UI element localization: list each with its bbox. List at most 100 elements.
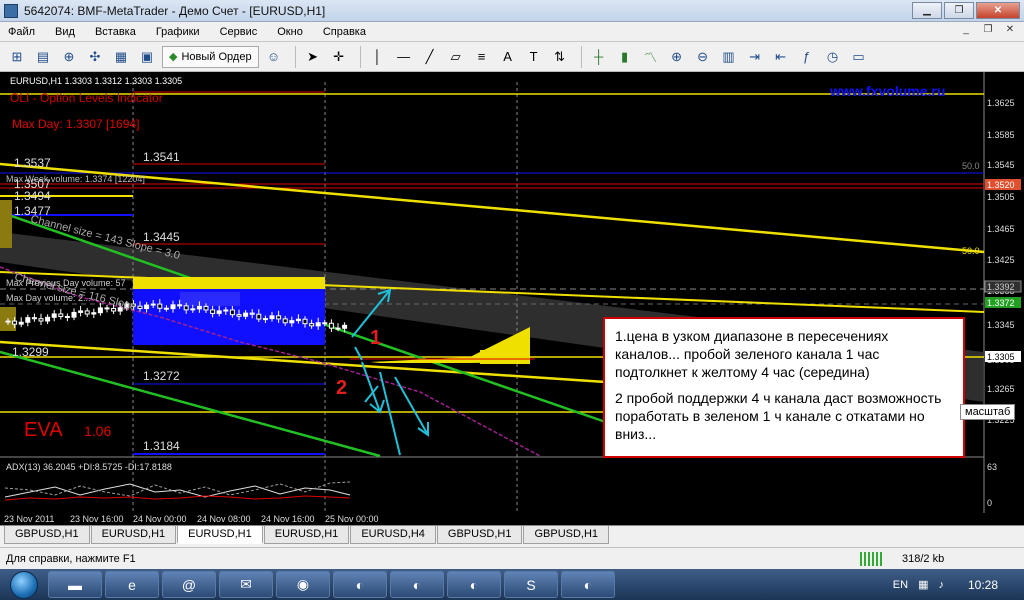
minimize-button[interactable]: ▁: [912, 2, 942, 19]
level-label: 1.3477: [14, 204, 51, 218]
label-icon[interactable]: T: [523, 46, 545, 68]
menu-view[interactable]: Вид: [55, 26, 75, 38]
chart-tab[interactable]: EURUSD,H1: [90, 526, 177, 544]
fibo-icon[interactable]: ≡: [471, 46, 493, 68]
explorer-task-icon[interactable]: ▬: [48, 571, 102, 598]
chart-tab[interactable]: GBPUSD,H1: [436, 526, 523, 544]
tray-volume-icon[interactable]: ♪: [938, 579, 944, 591]
menu-charts[interactable]: Графики: [156, 26, 200, 38]
candle-body: [104, 307, 110, 310]
language-indicator[interactable]: EN: [893, 579, 908, 591]
menu-file[interactable]: Файл: [8, 26, 35, 38]
price-tick: 1.3585: [987, 130, 1015, 140]
chart-tab-active[interactable]: EURUSD,H1: [177, 526, 263, 544]
cursor-icon[interactable]: ➤: [302, 46, 324, 68]
site-label: www.fxvolume.ru: [829, 83, 945, 99]
candle-body: [51, 313, 57, 318]
mdi-minimize-icon[interactable]: _: [958, 24, 974, 38]
price-tag-green: 1.3372: [987, 298, 1015, 308]
candle-body: [216, 310, 222, 314]
mail-task-icon[interactable]: @: [162, 571, 216, 598]
mark-1: 1: [370, 327, 381, 349]
crosshair-icon[interactable]: ✛: [328, 46, 350, 68]
candlestick-icon[interactable]: ▮: [614, 46, 636, 68]
chart-tab[interactable]: EURUSD,H1: [263, 526, 350, 544]
menu-insert[interactable]: Вставка: [95, 26, 136, 38]
menu-window[interactable]: Окно: [277, 26, 303, 38]
profiles-icon[interactable]: ▤: [32, 46, 54, 68]
start-button[interactable]: [0, 569, 48, 600]
outlook-task-icon[interactable]: ✉: [219, 571, 273, 598]
candle-body: [177, 304, 183, 307]
maximize-button[interactable]: ❐: [944, 2, 974, 19]
templates-icon[interactable]: ▭: [848, 46, 870, 68]
candle-body: [97, 307, 103, 314]
metatrader-task-icon[interactable]: ◐: [333, 571, 387, 598]
tile-icon[interactable]: ▥: [718, 46, 740, 68]
terminal-icon[interactable]: ▦: [110, 46, 132, 68]
new-order-label: Новый Ордер: [181, 50, 252, 63]
trendline-icon[interactable]: ╱: [419, 46, 441, 68]
price-tick: 1.3345: [987, 320, 1015, 330]
skype-task-icon[interactable]: S: [504, 571, 558, 598]
chart-area[interactable]: EURUSD,H1 1.3303 1.3312 1.3303 1.3305 OL…: [0, 72, 1024, 525]
indicators-icon[interactable]: ƒ: [796, 46, 818, 68]
bar-chart-icon[interactable]: ┼: [588, 46, 610, 68]
zoom-in-icon[interactable]: ⊕: [666, 46, 688, 68]
navigator-icon[interactable]: ✣: [84, 46, 106, 68]
price-tick: 1.3625: [987, 98, 1015, 108]
metatrader-task-icon[interactable]: ◐: [390, 571, 444, 598]
candle-body: [157, 303, 163, 309]
analysis-point-2: 2 пробой поддержки 4 ч канала даст возмо…: [615, 390, 942, 442]
price-tag-red: 1.3520: [987, 180, 1015, 190]
horizontal-line-icon[interactable]: —: [393, 46, 415, 68]
channel-icon[interactable]: ▱: [445, 46, 467, 68]
status-help: Для справки, нажмите F1: [6, 552, 136, 565]
candle-body: [269, 315, 275, 320]
menu-help[interactable]: Справка: [323, 26, 366, 38]
clock[interactable]: 10:28: [968, 578, 998, 592]
indicator-title: OLI - Option Levels Indicator: [10, 91, 163, 105]
price-tick: 1.3425: [987, 255, 1015, 265]
candle-body: [196, 305, 202, 310]
candle-body: [342, 324, 348, 329]
tray-network-icon[interactable]: ▦: [918, 578, 928, 591]
mdi-close-icon[interactable]: ✕: [1002, 24, 1018, 38]
vertical-line-icon[interactable]: │: [367, 46, 389, 68]
chrome-task-icon[interactable]: ◉: [276, 571, 330, 598]
price-tick: 1.3265: [987, 384, 1015, 394]
new-chart-icon[interactable]: ⊞: [6, 46, 28, 68]
chart-tab[interactable]: GBPUSD,H1: [523, 526, 610, 544]
candle-body: [38, 318, 44, 322]
windows-logo-icon: [10, 570, 38, 599]
metatrader-task-icon[interactable]: ◐: [447, 571, 501, 598]
candle-body: [64, 315, 70, 318]
chart-tab[interactable]: EURUSD,H4: [350, 526, 436, 544]
level-label: 1.3299: [12, 345, 49, 359]
menu-tools[interactable]: Сервис: [220, 26, 258, 38]
tester-icon[interactable]: ▣: [136, 46, 158, 68]
zoom-out-icon[interactable]: ⊖: [692, 46, 714, 68]
connection-bars-icon: [860, 551, 882, 566]
new-order-button[interactable]: ◆ Новый Ордер: [162, 45, 259, 68]
price-tag-grey: 1.3392: [987, 282, 1015, 292]
periods-icon[interactable]: ◷: [822, 46, 844, 68]
arrows-icon[interactable]: ⇅: [549, 46, 571, 68]
chart-shift-icon[interactable]: ⇤: [770, 46, 792, 68]
close-button[interactable]: ✕: [976, 2, 1020, 19]
text-icon[interactable]: A: [497, 46, 519, 68]
metatrader-task-icon[interactable]: ◐: [561, 571, 615, 598]
autoscroll-icon[interactable]: ⇥: [744, 46, 766, 68]
line-chart-icon[interactable]: 〽: [640, 46, 662, 68]
candle-body: [5, 320, 11, 323]
expert-advisors-icon[interactable]: ☺: [263, 46, 285, 68]
ie-task-icon[interactable]: e: [105, 571, 159, 598]
chart-tab[interactable]: GBPUSD,H1: [4, 526, 90, 544]
mdi-restore-icon[interactable]: ❐: [980, 24, 996, 38]
candle-body: [276, 315, 282, 320]
candle-body: [315, 322, 321, 327]
new-order-icon: ◆: [169, 51, 178, 63]
market-watch-icon[interactable]: ⊕: [58, 46, 80, 68]
window-title: 5642074: BMF-MetaTrader - Демо Счет - [E…: [24, 3, 326, 18]
candle-body: [236, 314, 242, 317]
